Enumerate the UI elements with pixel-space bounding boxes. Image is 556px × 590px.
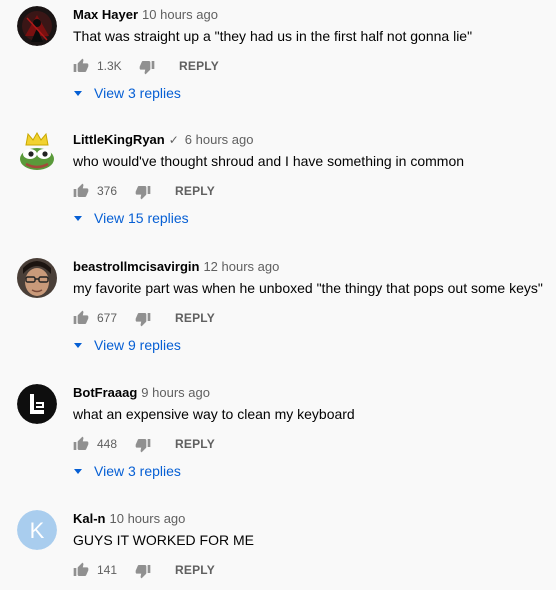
author-name[interactable]: Kal-n <box>73 511 106 526</box>
comment-text: GUYS IT WORKED FOR ME <box>73 532 254 548</box>
face-photo-avatar-icon <box>17 258 57 298</box>
author-avatar[interactable]: K <box>17 510 57 550</box>
comment-time[interactable]: 9 hours ago <box>141 385 210 400</box>
reply-button[interactable]: REPLY <box>175 560 215 580</box>
author-name[interactable]: LittleKingRyan <box>73 132 165 147</box>
caret-down-icon <box>74 468 82 474</box>
thumbs-down-icon <box>139 61 155 75</box>
reply-button[interactable]: REPLY <box>179 56 219 76</box>
view-replies-label: View 9 replies <box>94 337 181 353</box>
like-button[interactable] <box>73 56 91 76</box>
like-count: 141 <box>97 563 118 577</box>
like-button[interactable] <box>73 181 91 201</box>
reply-button[interactable]: REPLY <box>175 434 215 454</box>
view-replies-button[interactable]: View 3 replies <box>73 83 181 103</box>
thumbs-down-icon <box>135 439 151 453</box>
author-avatar[interactable] <box>17 258 57 298</box>
like-count: 448 <box>97 437 118 451</box>
author-name[interactable]: beastrollmcisavirgin <box>73 259 199 274</box>
like-button[interactable] <box>73 308 91 328</box>
dislike-button[interactable] <box>135 181 153 201</box>
crowned-frog-avatar-icon <box>20 132 54 170</box>
view-replies-button[interactable]: View 3 replies <box>73 461 181 481</box>
author-avatar[interactable] <box>17 132 57 172</box>
reply-button[interactable]: REPLY <box>175 308 215 328</box>
comment-text: my favorite part was when he unboxed "th… <box>73 280 543 296</box>
dislike-button[interactable] <box>135 560 153 580</box>
thumbs-down-icon <box>135 186 151 200</box>
thumbs-up-icon <box>73 562 89 576</box>
comment-header: BotFraaag 9 hours ago <box>73 384 210 402</box>
view-replies-button[interactable]: View 9 replies <box>73 335 181 355</box>
comment-header: beastrollmcisavirgin 12 hours ago <box>73 258 279 276</box>
view-replies-label: View 15 replies <box>94 210 189 226</box>
comment-header: LittleKingRyan ✓ 6 hours ago <box>73 131 253 149</box>
reply-button[interactable]: REPLY <box>175 181 215 201</box>
comment-text: what an expensive way to clean my keyboa… <box>73 406 355 422</box>
avatar-letter: K <box>30 518 45 543</box>
author-name[interactable]: Max Hayer <box>73 7 138 22</box>
thumbs-down-icon <box>135 565 151 579</box>
dislike-button[interactable] <box>135 434 153 454</box>
verified-check-icon: ✓ <box>168 133 179 147</box>
author-name[interactable]: BotFraaag <box>73 385 137 400</box>
comment-header: Kal-n 10 hours ago <box>73 510 185 528</box>
caret-down-icon <box>74 342 82 348</box>
thumbs-up-icon <box>73 183 89 197</box>
caret-down-icon <box>74 215 82 221</box>
thumbs-down-icon <box>135 313 151 327</box>
like-count: 376 <box>97 184 118 198</box>
like-count: 1.3K <box>97 59 122 73</box>
comment-text: who would've thought shroud and I have s… <box>73 153 465 169</box>
view-replies-label: View 3 replies <box>94 85 181 101</box>
comment-time[interactable]: 10 hours ago <box>142 7 218 22</box>
l-logo-avatar-icon <box>17 384 57 424</box>
thumbs-up-icon <box>73 436 89 450</box>
author-avatar[interactable] <box>17 384 57 424</box>
thumbs-up-icon <box>73 310 89 324</box>
view-replies-button[interactable]: View 15 replies <box>73 208 189 228</box>
dislike-button[interactable] <box>135 308 153 328</box>
author-avatar[interactable] <box>17 6 57 46</box>
comment-time[interactable]: 10 hours ago <box>110 511 186 526</box>
like-button[interactable] <box>73 560 91 580</box>
like-button[interactable] <box>73 434 91 454</box>
letter-k-avatar-icon: K <box>17 510 57 550</box>
comment-time[interactable]: 12 hours ago <box>203 259 279 274</box>
dislike-button[interactable] <box>139 56 157 76</box>
comment-text: That was straight up a "they had us in t… <box>73 28 473 44</box>
comment-time[interactable]: 6 hours ago <box>185 132 254 147</box>
dark-figure-avatar-icon <box>17 6 57 46</box>
view-replies-label: View 3 replies <box>94 463 181 479</box>
thumbs-up-icon <box>73 58 89 72</box>
caret-down-icon <box>74 90 82 96</box>
comment-header: Max Hayer 10 hours ago <box>73 6 218 24</box>
like-count: 677 <box>97 311 118 325</box>
